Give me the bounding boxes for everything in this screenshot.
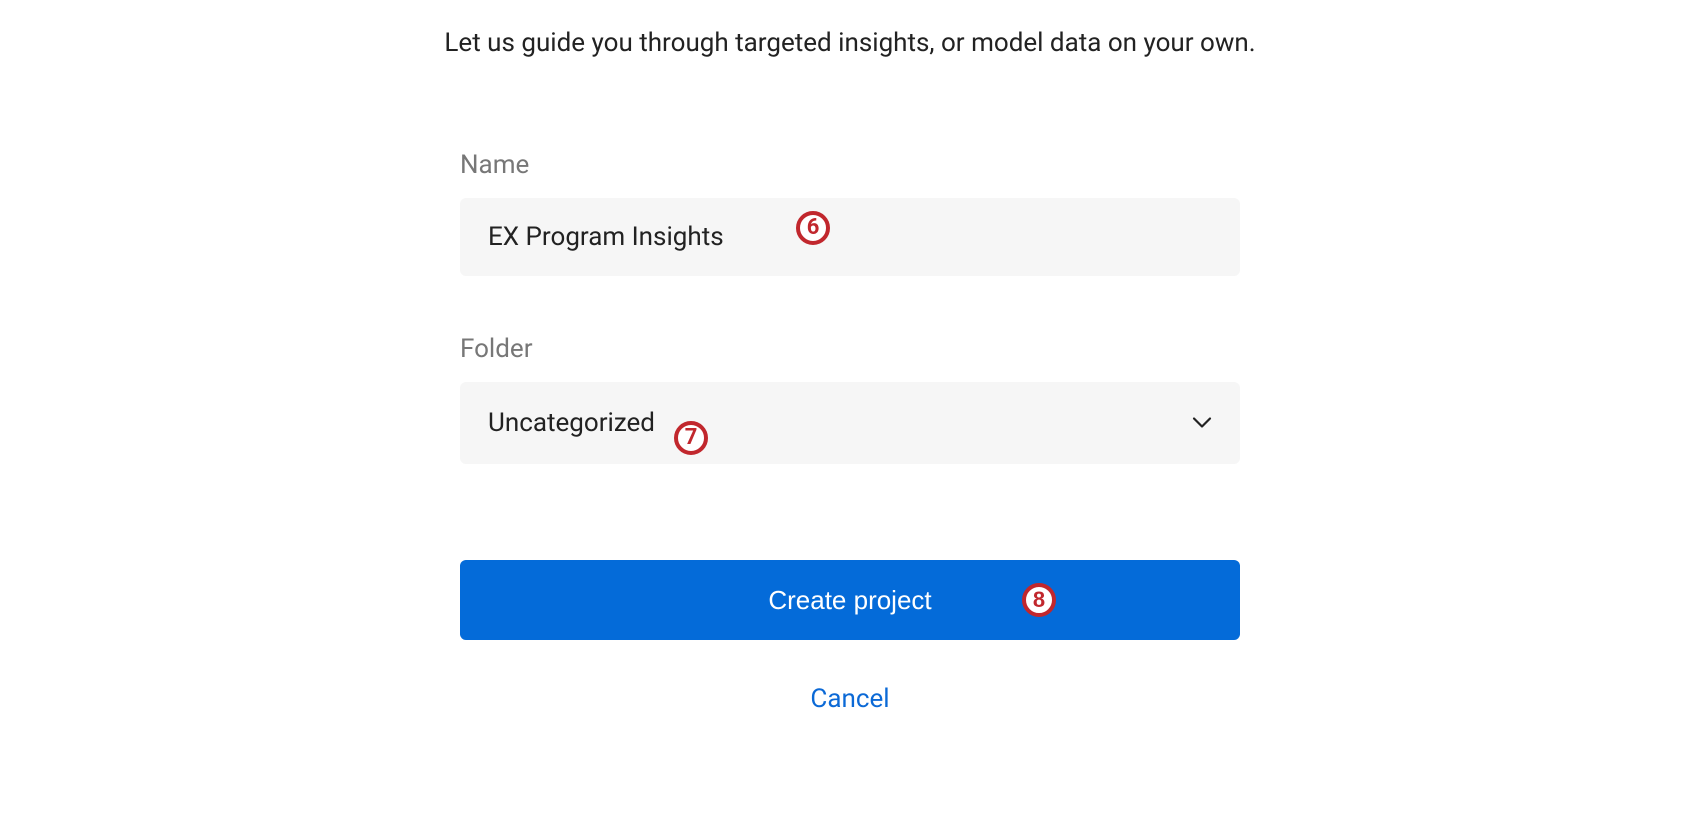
cancel-button[interactable]: Cancel xyxy=(810,684,889,714)
create-project-button-label: Create project xyxy=(768,585,931,616)
annotation-marker-8: 8 xyxy=(1022,583,1056,617)
name-field-group: Name 6 xyxy=(460,150,1240,276)
folder-select[interactable]: Uncategorized xyxy=(460,382,1240,464)
folder-select-wrap: Uncategorized 7 xyxy=(460,382,1240,464)
folder-label: Folder xyxy=(460,334,1240,364)
folder-field-group: Folder Uncategorized 7 xyxy=(460,334,1240,464)
form-subtitle: Let us guide you through targeted insigh… xyxy=(444,28,1255,58)
create-project-button[interactable]: Create project 8 xyxy=(460,560,1240,640)
name-label: Name xyxy=(460,150,1240,180)
create-project-form: Name 6 Folder Uncategorized 7 Create pro… xyxy=(460,150,1240,714)
create-project-form-container: Let us guide you through targeted insigh… xyxy=(0,0,1700,714)
folder-select-value: Uncategorized xyxy=(488,408,655,438)
name-input[interactable] xyxy=(460,198,1240,276)
